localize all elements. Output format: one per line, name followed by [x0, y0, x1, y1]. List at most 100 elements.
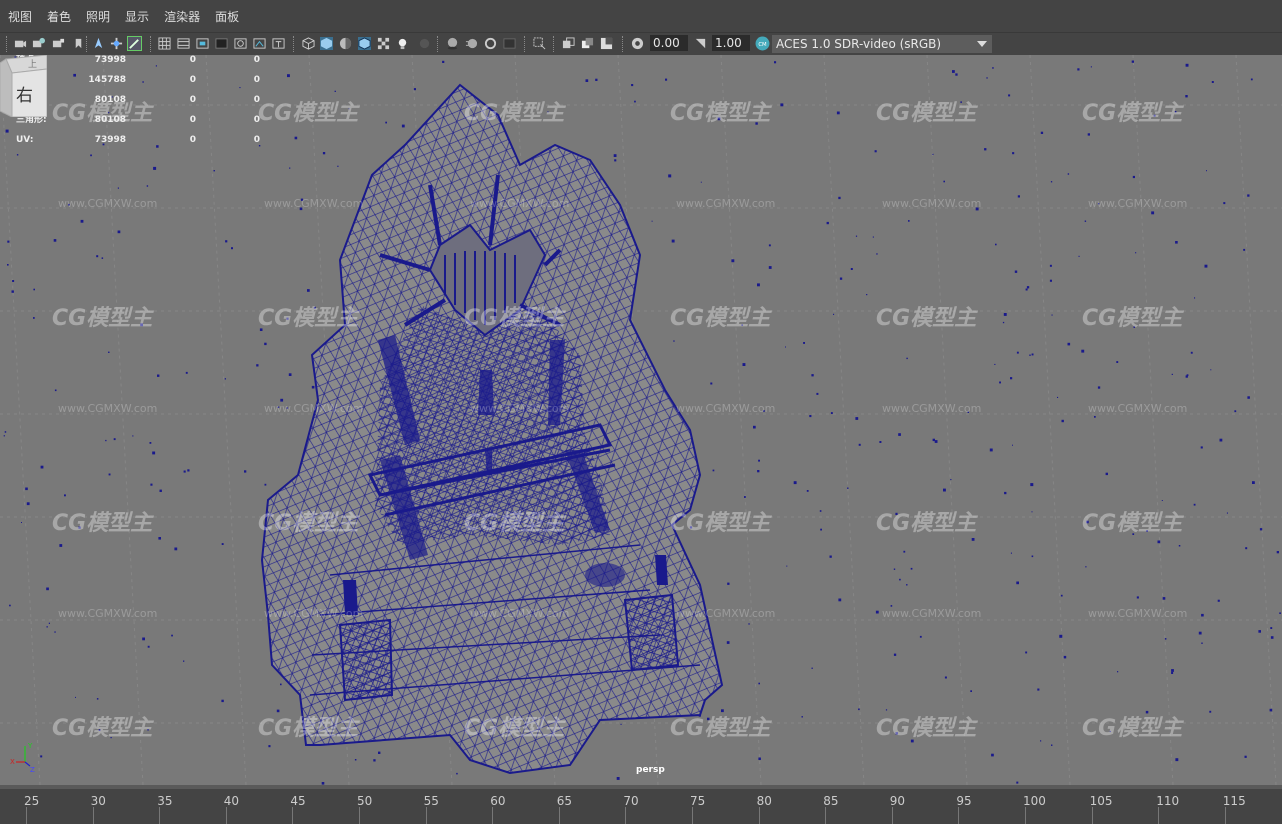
panel-menubar: 视图 着色 照明 显示 渲染器 面板: [0, 0, 1282, 32]
timeline-tick-label: 70: [623, 794, 639, 808]
particle: [1201, 642, 1203, 644]
camera-attr-icon[interactable]: [32, 37, 45, 50]
particle: [809, 415, 812, 418]
camera-icon[interactable]: [14, 37, 27, 50]
particle: [671, 239, 675, 243]
paint-icon[interactable]: [127, 36, 142, 51]
toolbar-separator: [86, 36, 89, 52]
particle: [614, 159, 617, 162]
particle: [132, 435, 134, 437]
timeline-tick: [1158, 807, 1160, 824]
particle: [879, 441, 882, 443]
move-icon[interactable]: [92, 37, 105, 50]
timeline-tick-label: 35: [157, 794, 173, 808]
particle: [1097, 386, 1101, 389]
colorspace-icon[interactable]: CM: [755, 36, 770, 51]
particle: [616, 777, 620, 780]
menu-shading[interactable]: 着色: [47, 8, 71, 25]
particle: [1244, 755, 1247, 758]
shadows-icon[interactable]: [418, 37, 431, 50]
toolbar-separator: [150, 36, 153, 52]
isolate-icon[interactable]: [533, 37, 546, 50]
particle: [159, 489, 162, 492]
depth-of-field-icon[interactable]: [503, 37, 516, 50]
particle: [1204, 264, 1208, 268]
pan-icon[interactable]: [110, 37, 123, 50]
particle: [46, 587, 49, 591]
viewport-persp[interactable]: Y X Z CG模型主 www.CGMXW.com CG模型主 www.CGMXW.c…: [0, 55, 1282, 785]
particle: [183, 470, 186, 473]
exposure-icon[interactable]: [631, 37, 644, 50]
anti-alias-icon[interactable]: [484, 37, 497, 50]
particle: [943, 488, 946, 492]
xray-icon[interactable]: [562, 37, 575, 50]
particle: [101, 257, 104, 259]
time-slider[interactable]: 25 30 35 40 45 50 55 60 65 70 75 80 85 90 95 100 105 110 1…: [0, 785, 1282, 824]
toolbar-separator: [293, 36, 296, 52]
xray-comp-icon[interactable]: [600, 37, 613, 50]
bookmark-icon[interactable]: [52, 37, 65, 50]
particle: [806, 490, 809, 492]
gate-mask-icon[interactable]: [215, 37, 228, 50]
particle: [893, 568, 896, 570]
particle: [757, 470, 760, 473]
field-chart-icon[interactable]: [234, 37, 247, 50]
resolution-gate-icon[interactable]: [196, 37, 209, 50]
timeline-tick: [1224, 807, 1226, 824]
menu-renderer[interactable]: 渲染器: [164, 8, 200, 25]
viewcube[interactable]: 上 右: [0, 55, 47, 117]
particle: [264, 483, 267, 486]
timeline-tick-label: 80: [756, 794, 772, 808]
grid-icon[interactable]: [158, 37, 171, 50]
watermark-logo: CG模型主: [876, 306, 977, 331]
wire-on-shaded-icon[interactable]: [358, 37, 371, 50]
particle: [96, 255, 99, 258]
lights-icon[interactable]: [396, 37, 409, 50]
menu-view[interactable]: 视图: [8, 8, 32, 25]
timeline-tick: [359, 807, 360, 824]
particle: [785, 346, 786, 348]
safe-action-icon[interactable]: [253, 37, 266, 50]
gamma-icon[interactable]: [694, 37, 707, 50]
particle: [816, 392, 819, 395]
gamma-field[interactable]: 1.00: [712, 35, 750, 51]
particle: [874, 150, 877, 153]
bookmark2-icon[interactable]: [72, 37, 85, 50]
particle: [244, 470, 247, 473]
particle: [322, 152, 326, 155]
wireframe-icon[interactable]: [302, 37, 315, 50]
particle: [1135, 252, 1137, 254]
particle: [7, 240, 10, 243]
particle: [1226, 512, 1228, 514]
particle: [1201, 613, 1204, 617]
menu-show[interactable]: 显示: [125, 8, 149, 25]
shade-wire-icon[interactable]: [339, 37, 352, 50]
motion-blur-icon[interactable]: [465, 37, 478, 50]
particle: [858, 708, 860, 711]
particle: [712, 469, 715, 472]
safe-title-icon[interactable]: [272, 37, 285, 50]
xray-joints-icon[interactable]: [581, 37, 594, 50]
textured-icon[interactable]: [377, 37, 390, 50]
particle: [819, 510, 822, 512]
particle: [727, 582, 730, 585]
menu-lighting[interactable]: 照明: [86, 8, 110, 25]
particle: [3, 435, 5, 437]
particle: [187, 469, 190, 472]
smooth-shade-icon[interactable]: [320, 37, 333, 50]
particle: [16, 154, 19, 156]
menu-panels[interactable]: 面板: [215, 8, 239, 25]
particle: [876, 253, 878, 255]
watermark-url: www.CGMXW.com: [676, 402, 776, 415]
particle: [1259, 528, 1263, 531]
particle: [46, 626, 48, 628]
exposure-field[interactable]: 0.00: [650, 35, 688, 51]
particle: [1061, 419, 1064, 423]
particle: [385, 121, 387, 124]
watermark-logo: CG模型主: [1082, 716, 1183, 741]
film-gate-icon[interactable]: [177, 37, 190, 50]
particle: [183, 660, 185, 662]
color-space-select[interactable]: ACES 1.0 SDR-video (sRGB): [772, 35, 992, 53]
particle: [1171, 669, 1174, 672]
screen-space-ao-icon[interactable]: [446, 37, 459, 50]
